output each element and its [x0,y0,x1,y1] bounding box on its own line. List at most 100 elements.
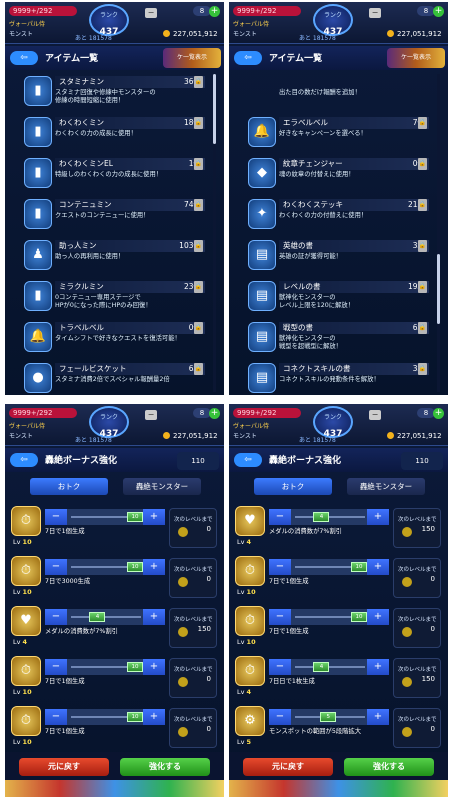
list-view-badge[interactable]: ケ一覧表示 [163,48,221,68]
level-slider[interactable]: − 4 + [269,659,389,675]
lock-icon[interactable]: 🔒 [194,363,203,375]
slider-knob[interactable]: 10 [127,512,143,522]
list-item[interactable]: ▤ レベルの書 19枚 🔒 獣神化モンスターの レベル上限を120に解放！ [229,277,448,318]
lock-icon[interactable]: 🔒 [194,199,203,211]
add-gem-button[interactable]: + [209,408,220,419]
decrease-button[interactable]: − [269,609,291,625]
bottom-nav[interactable] [229,780,448,797]
scroll-thumb[interactable] [213,74,216,144]
decrease-button[interactable]: − [269,559,291,575]
upgrade-button[interactable]: 強化する [120,758,210,776]
level-label: Lv 4 [237,538,252,546]
lock-icon[interactable]: 🔒 [418,240,427,252]
slider-knob[interactable]: 5 [320,712,337,722]
list-view-badge[interactable]: ケ一覧表示 [387,48,445,68]
list-item[interactable]: ▤コネクトスキルの書3枚🔒 コネクトスキルの発動条件を解放！ [229,359,448,395]
add-gem-button[interactable]: + [433,408,444,419]
slider-knob[interactable]: 4 [89,612,106,622]
increase-button[interactable]: + [143,509,165,525]
slider-knob[interactable]: 10 [351,562,367,572]
list-item[interactable]: ✦ わくわくステッキ 21本 🔒 わくわくの力の付替えに使用！ [229,195,448,236]
lock-icon[interactable]: 🔒 [194,281,203,293]
list-item[interactable]: ◆紋章チェンジャー0個🔒 魂の紋章の付替えに使用！ [229,154,448,195]
tab-gouzetsu-monster[interactable]: 轟絶モンスター [347,478,425,495]
lock-icon[interactable]: 🔒 [194,158,203,170]
level-slider[interactable]: − 4 + [269,509,389,525]
increase-button[interactable]: + [367,509,389,525]
list-item[interactable]: ▮わくわくミンEL1個🔒 特級しのわくわくの力の成長に使用！ [5,154,224,195]
slider-knob[interactable]: 4 [313,662,330,672]
level-slider[interactable]: − 10 + [269,609,389,625]
decrease-button[interactable]: − [45,659,67,675]
decrease-button[interactable]: − [45,709,67,725]
list-item[interactable]: ●フェールビスケット6枚🔒 スタミナ消費2倍でスペシャル報酬量2倍 [5,359,224,395]
scroll-thumb[interactable] [437,254,440,324]
level-slider[interactable]: − 10 + [45,659,165,675]
reset-button[interactable]: 元に戻す [243,758,333,776]
minus-button[interactable]: − [145,8,157,18]
slider-knob[interactable]: 4 [313,512,330,522]
list-item[interactable]: 🔔トラベルベル0個🔒 タイムシフトで好きなクエストを復活可能！ [5,318,224,359]
minus-button[interactable]: − [145,410,157,420]
increase-button[interactable]: + [367,609,389,625]
lock-icon[interactable]: 🔒 [194,240,203,252]
increase-button[interactable]: + [143,559,165,575]
decrease-button[interactable]: − [45,609,67,625]
slider-knob[interactable]: 10 [127,662,143,672]
upgrade-button[interactable]: 強化する [344,758,434,776]
lock-icon[interactable]: 🔒 [418,158,427,170]
tab-otoku[interactable]: おトク [30,478,108,495]
lock-icon[interactable]: 🔒 [194,76,203,88]
back-button[interactable]: ⇦ [234,453,262,467]
list-item[interactable]: ▮ スタミナミン 36個 🔒 スタミナ回復や修練中モンスターの 修練の時間短縮に使用！ [5,72,224,113]
reset-button[interactable]: 元に戻す [19,758,109,776]
back-button[interactable]: ⇦ [10,51,38,65]
lock-icon[interactable]: 🔒 [418,281,427,293]
list-item[interactable]: ▮ わくわくミン 18個 🔒 わくわくの力の成長に使用！ [5,113,224,154]
lock-icon[interactable]: 🔒 [418,199,427,211]
decrease-button[interactable]: − [45,559,67,575]
list-item[interactable]: ▮ コンテニュミン 74個 🔒 クエストのコンテニューに使用！ [5,195,224,236]
decrease-button[interactable]: − [269,509,291,525]
decrease-button[interactable]: − [45,509,67,525]
lock-icon[interactable]: 🔒 [418,322,427,334]
decrease-button[interactable]: − [269,659,291,675]
level-slider[interactable]: − 5 + [269,709,389,725]
slider-knob[interactable]: 10 [351,612,367,622]
increase-button[interactable]: + [367,559,389,575]
slider-knob[interactable]: 10 [127,712,143,722]
level-slider[interactable]: − 10 + [45,559,165,575]
increase-button[interactable]: + [143,609,165,625]
lock-icon[interactable]: 🔒 [194,117,203,129]
increase-button[interactable]: + [143,709,165,725]
level-slider[interactable]: − 10 + [45,709,165,725]
level-slider[interactable]: − 10 + [269,559,389,575]
tab-otoku[interactable]: おトク [254,478,332,495]
scrollbar[interactable] [437,74,440,392]
minus-button[interactable]: − [369,410,381,420]
level-slider[interactable]: − 10 + [45,509,165,525]
lock-icon[interactable]: 🔒 [194,322,203,334]
list-item[interactable]: 出た目の数だけ報酬を追加！ [229,72,448,113]
minus-button[interactable]: − [369,8,381,18]
list-item[interactable]: ▤英雄の書3枚🔒 英雄の証が獲得可能！ [229,236,448,277]
back-button[interactable]: ⇦ [234,51,262,65]
increase-button[interactable]: + [367,709,389,725]
list-item[interactable]: ♟ 助っ人ミン 103個 🔒 助っ人の再利用に使用！ [5,236,224,277]
list-item[interactable]: 🔔エラベルベル7個🔒 好きなキャンペーンを選べる！ [229,113,448,154]
slider-knob[interactable]: 10 [127,562,143,572]
list-item[interactable]: ▤戦型の書6枚🔒獣神化モンスターの戦型を超戦型に解放！ [229,318,448,359]
increase-button[interactable]: + [143,659,165,675]
bottom-nav[interactable] [5,780,224,797]
scrollbar[interactable] [213,74,216,392]
back-button[interactable]: ⇦ [10,453,38,467]
list-item[interactable]: ▮ ミラクルミン 23個 🔒 0コンテニュー専用ステージで HPが0になった際にHPのみ回… [5,277,224,318]
lock-icon[interactable]: 🔒 [418,363,427,375]
lock-icon[interactable]: 🔒 [418,117,427,129]
add-gem-button[interactable]: + [209,6,220,17]
decrease-button[interactable]: − [269,709,291,725]
increase-button[interactable]: + [367,659,389,675]
add-gem-button[interactable]: + [433,6,444,17]
level-slider[interactable]: − 4 + [45,609,165,625]
tab-gouzetsu-monster[interactable]: 轟絶モンスター [123,478,201,495]
